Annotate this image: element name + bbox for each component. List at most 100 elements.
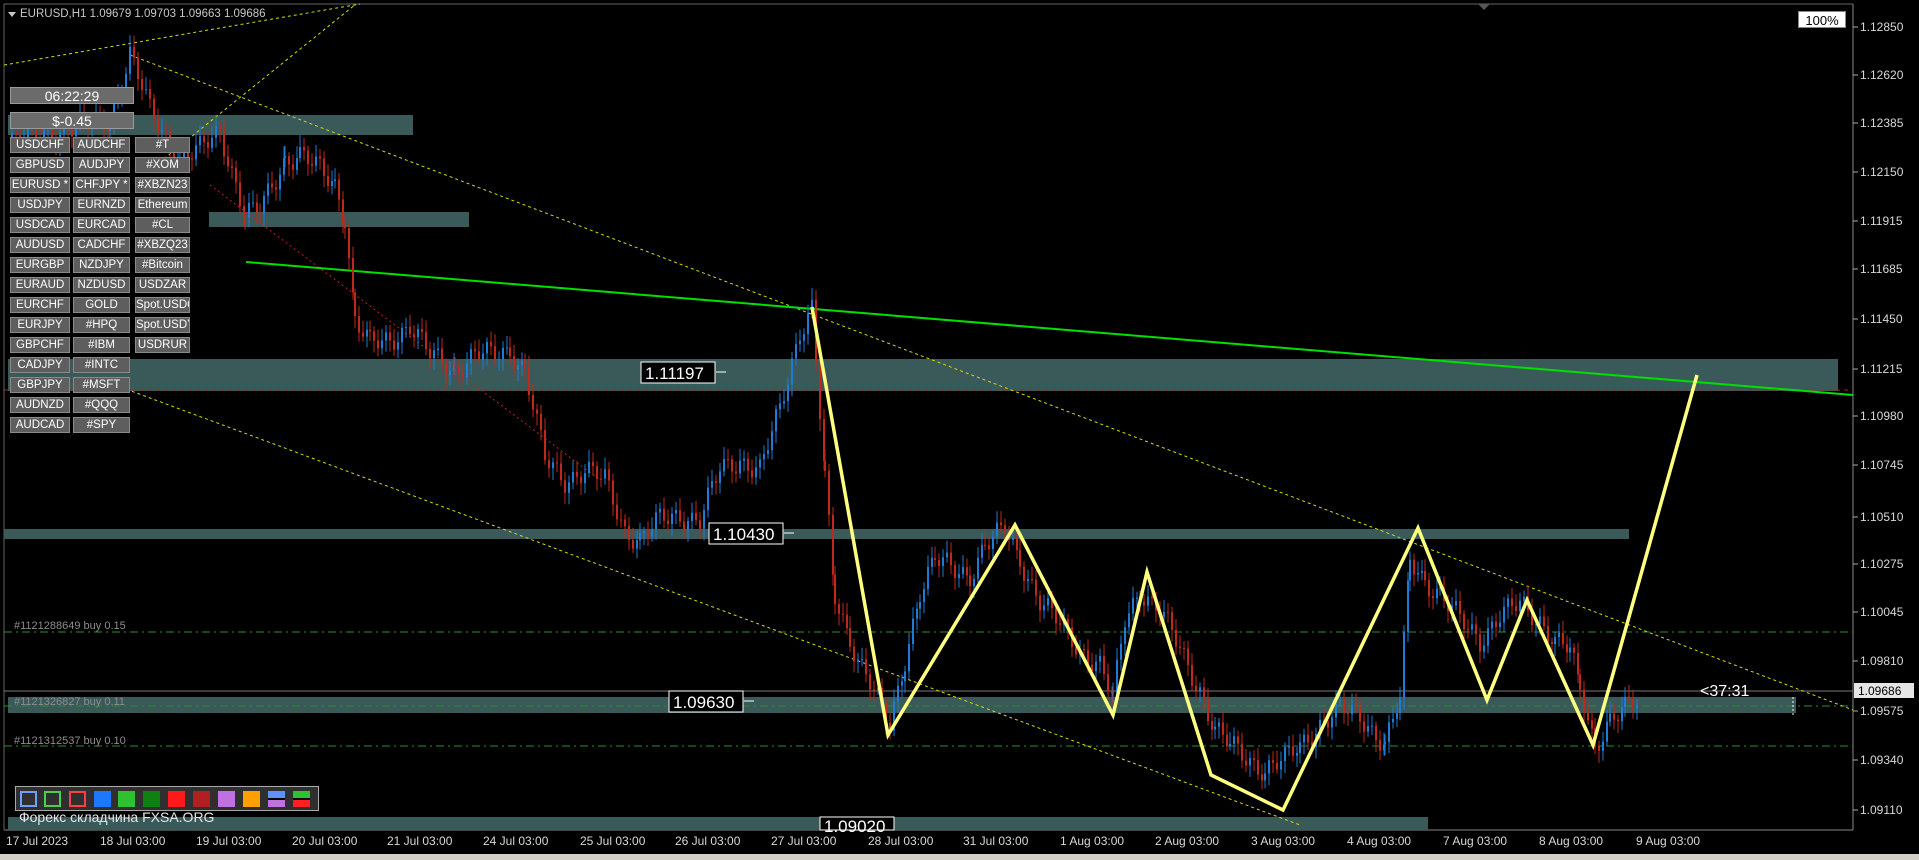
symbol-button-xom[interactable]: #XOM (135, 157, 190, 173)
candle-body (759, 459, 761, 468)
candle-body (636, 540, 638, 549)
candle-body (572, 471, 574, 483)
palette-red[interactable] (168, 791, 185, 807)
candle-body (1019, 549, 1021, 567)
symbol-button-t[interactable]: #T (135, 137, 190, 153)
symbol-button-gbpusd[interactable]: GBPUSD (10, 157, 70, 173)
symbol-button-gbpchf[interactable]: GBPCHF (10, 337, 70, 353)
palette-purple[interactable] (218, 791, 235, 807)
symbol-button-cadchf[interactable]: CADCHF (73, 237, 130, 253)
symbol-button-hpq[interactable]: #HPQ (73, 317, 130, 333)
price-chart[interactable]: 1.12850 1.12620 1.12385 1.12150 1.11915 … (0, 0, 1919, 860)
candle-body (1120, 643, 1122, 660)
symbol-button-msft[interactable]: #MSFT (73, 377, 130, 393)
palette-blue[interactable] (94, 791, 111, 807)
symbol-button-audnzd[interactable]: AUDNZD (10, 397, 70, 413)
palette-lines-icon[interactable] (268, 791, 285, 807)
symbol-button-chfjpy[interactable]: CHFJPY * (73, 177, 130, 193)
candle-body (584, 473, 586, 484)
palette-dark-red[interactable] (193, 791, 210, 807)
zoom-indicator[interactable]: 100% (1798, 11, 1846, 28)
symbol-button-eurgbp[interactable]: EURGBP (10, 257, 70, 273)
candle-body (389, 332, 391, 341)
symbol-button-eurusd[interactable]: EURUSD * (10, 177, 70, 193)
symbol-button-bitcoin[interactable]: #Bitcoin (135, 257, 190, 273)
candle-body (544, 430, 546, 461)
candle-body (727, 459, 729, 461)
symbol-button-eurjpy[interactable]: EURJPY (10, 317, 70, 333)
palette-dark-green[interactable] (143, 791, 160, 807)
palette-orange[interactable] (243, 791, 260, 807)
symbol-button-cl[interactable]: #CL (135, 217, 190, 233)
symbol-button-usdrur[interactable]: USDRUR (135, 337, 190, 353)
candle-body (133, 46, 135, 58)
symbol-button-audusd[interactable]: AUDUSD (10, 237, 70, 253)
candle-body (1621, 707, 1623, 722)
palette-blue-outline[interactable] (20, 791, 37, 807)
symbol-button-audjpy[interactable]: AUDJPY (73, 157, 130, 173)
palette-lines-2-icon[interactable] (293, 791, 310, 807)
zone-1-09020[interactable] (8, 817, 1428, 830)
palette-red-outline[interactable] (69, 791, 86, 807)
candle-body (1035, 579, 1037, 596)
symbol-button-gold[interactable]: GOLD (73, 297, 130, 313)
level-label-2: 1.10430 (713, 525, 774, 544)
candle-body (1577, 652, 1579, 675)
symbol-button-audcad[interactable]: AUDCAD (10, 417, 70, 433)
symbol-button-eurnzd[interactable]: EURNZD (73, 197, 130, 213)
candle-body (227, 156, 229, 167)
symbol-button-usdzar[interactable]: USDZAR (135, 277, 190, 293)
symbol-button-qqq[interactable]: #QQQ (73, 397, 130, 413)
symbol-button-nzdjpy[interactable]: NZDJPY (73, 257, 130, 273)
candle-body (655, 512, 657, 530)
symbol-button-spy[interactable]: #SPY (73, 417, 130, 433)
candle-body (509, 347, 511, 357)
candle-body (1343, 700, 1345, 714)
symbol-button-usdchf[interactable]: USDCHF (10, 137, 70, 153)
symbol-button-xbzq23[interactable]: #XBZQ23 (135, 237, 190, 253)
candle-body (1403, 631, 1405, 699)
candle-body (1136, 597, 1138, 599)
symbol-button-eurchf[interactable]: EURCHF (10, 297, 70, 313)
symbol-button-xbzn23[interactable]: #XBZN23 (135, 177, 190, 193)
symbol-button-eurcad[interactable]: EURCAD (73, 217, 130, 233)
candle-body (513, 356, 515, 370)
candle-body (441, 348, 443, 364)
candle-body (576, 471, 578, 477)
symbol-button-cadjpy[interactable]: CADJPY (10, 357, 70, 373)
svg-text:19 Jul 03:00: 19 Jul 03:00 (196, 834, 262, 848)
candle-body (1455, 601, 1457, 606)
color-palette[interactable] (15, 786, 319, 811)
candle-body (1632, 698, 1634, 709)
candle-body (137, 57, 139, 80)
symbol-button-usdjpy[interactable]: USDJPY (10, 197, 70, 213)
candle-body (1602, 741, 1604, 751)
symbol-button-ibm[interactable]: #IBM (73, 337, 130, 353)
zone-1-10430[interactable] (4, 529, 1629, 539)
symbol-button-ethereum[interactable]: Ethereum (135, 197, 190, 213)
svg-text:1.11915: 1.11915 (1860, 214, 1903, 228)
candle-body (235, 167, 237, 183)
symbol-button-audchf[interactable]: AUDCHF (73, 137, 130, 153)
candle-body (824, 460, 826, 471)
candle-body (1292, 746, 1294, 756)
candle-body (1591, 720, 1593, 729)
symbol-button-intc[interactable]: #INTC (73, 357, 130, 373)
symbol-button-usdcad[interactable]: USDCAD (10, 217, 70, 233)
zone-1-11197[interactable] (8, 359, 1838, 391)
candle-body (931, 557, 933, 567)
symbol-button-gbpjpy[interactable]: GBPJPY (10, 377, 70, 393)
palette-green-outline[interactable] (44, 791, 61, 807)
palette-green[interactable] (118, 791, 135, 807)
candle-body (992, 536, 994, 550)
candle-body (429, 348, 431, 359)
symbol-button-spotusdqi[interactable]: Spot.USDQI (135, 297, 190, 313)
symbol-button-nzdusd[interactable]: NZDUSD (73, 277, 130, 293)
candle-body (421, 328, 423, 332)
candle-body (299, 147, 301, 159)
candle-body (417, 328, 419, 338)
symbol-button-euraud[interactable]: EURAUD (10, 277, 70, 293)
candle-body (528, 367, 530, 395)
symbol-button-spotusdyo[interactable]: Spot.USDYO (135, 317, 190, 333)
candle-body (107, 129, 109, 132)
